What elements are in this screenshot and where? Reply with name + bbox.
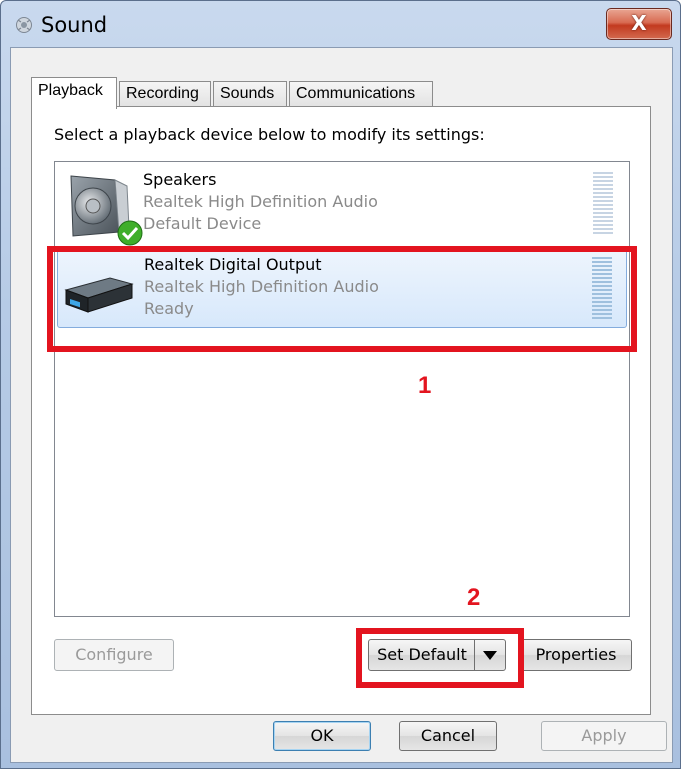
configure-button[interactable]: Configure [54, 639, 174, 671]
properties-button[interactable]: Properties [520, 639, 632, 671]
device-driver: Realtek High Definition Audio [143, 192, 378, 211]
device-status: Ready [144, 299, 194, 318]
dropdown-arrow-icon [483, 651, 497, 660]
device-driver: Realtek High Definition Audio [144, 277, 379, 296]
close-icon: X [631, 11, 647, 35]
annotation-number-2: 2 [467, 584, 481, 611]
playback-panel: Select a playback device below to modify… [31, 106, 651, 715]
device-list[interactable]: Speakers Realtek High Definition Audio D… [54, 161, 630, 617]
set-default-dropdown[interactable] [474, 640, 505, 670]
title-bar[interactable]: Sound X [1, 1, 680, 47]
cancel-button[interactable]: Cancel [399, 721, 497, 751]
sound-app-icon [16, 17, 32, 33]
ok-button[interactable]: OK [273, 721, 371, 751]
tab-playback[interactable]: Playback [31, 77, 117, 109]
device-status: Default Device [143, 214, 262, 233]
default-check-icon [117, 220, 143, 246]
window-title: Sound [41, 13, 108, 37]
tab-sounds[interactable]: Sounds [213, 81, 287, 107]
device-item-digital-output[interactable]: Realtek Digital Output Realtek High Defi… [57, 248, 627, 328]
tab-recording[interactable]: Recording [119, 81, 211, 107]
sound-dialog: Sound X Playback Recording Sounds Commun… [0, 0, 681, 769]
annotation-number-1: 1 [418, 372, 432, 399]
device-name: Speakers [143, 170, 217, 189]
device-name: Realtek Digital Output [144, 255, 322, 274]
set-default-button[interactable]: Set Default [368, 639, 506, 671]
dialog-client-area: Playback Recording Sounds Communications… [10, 47, 673, 763]
tab-communications[interactable]: Communications [289, 81, 433, 107]
apply-button[interactable]: Apply [541, 721, 667, 751]
digital-output-icon [64, 277, 134, 313]
device-item-speakers[interactable]: Speakers Realtek High Definition Audio D… [57, 164, 627, 246]
volume-meter [592, 257, 612, 321]
instruction-text: Select a playback device below to modify… [54, 125, 485, 144]
close-button[interactable]: X [606, 8, 672, 40]
set-default-label: Set Default [377, 645, 467, 664]
volume-meter [593, 172, 613, 236]
